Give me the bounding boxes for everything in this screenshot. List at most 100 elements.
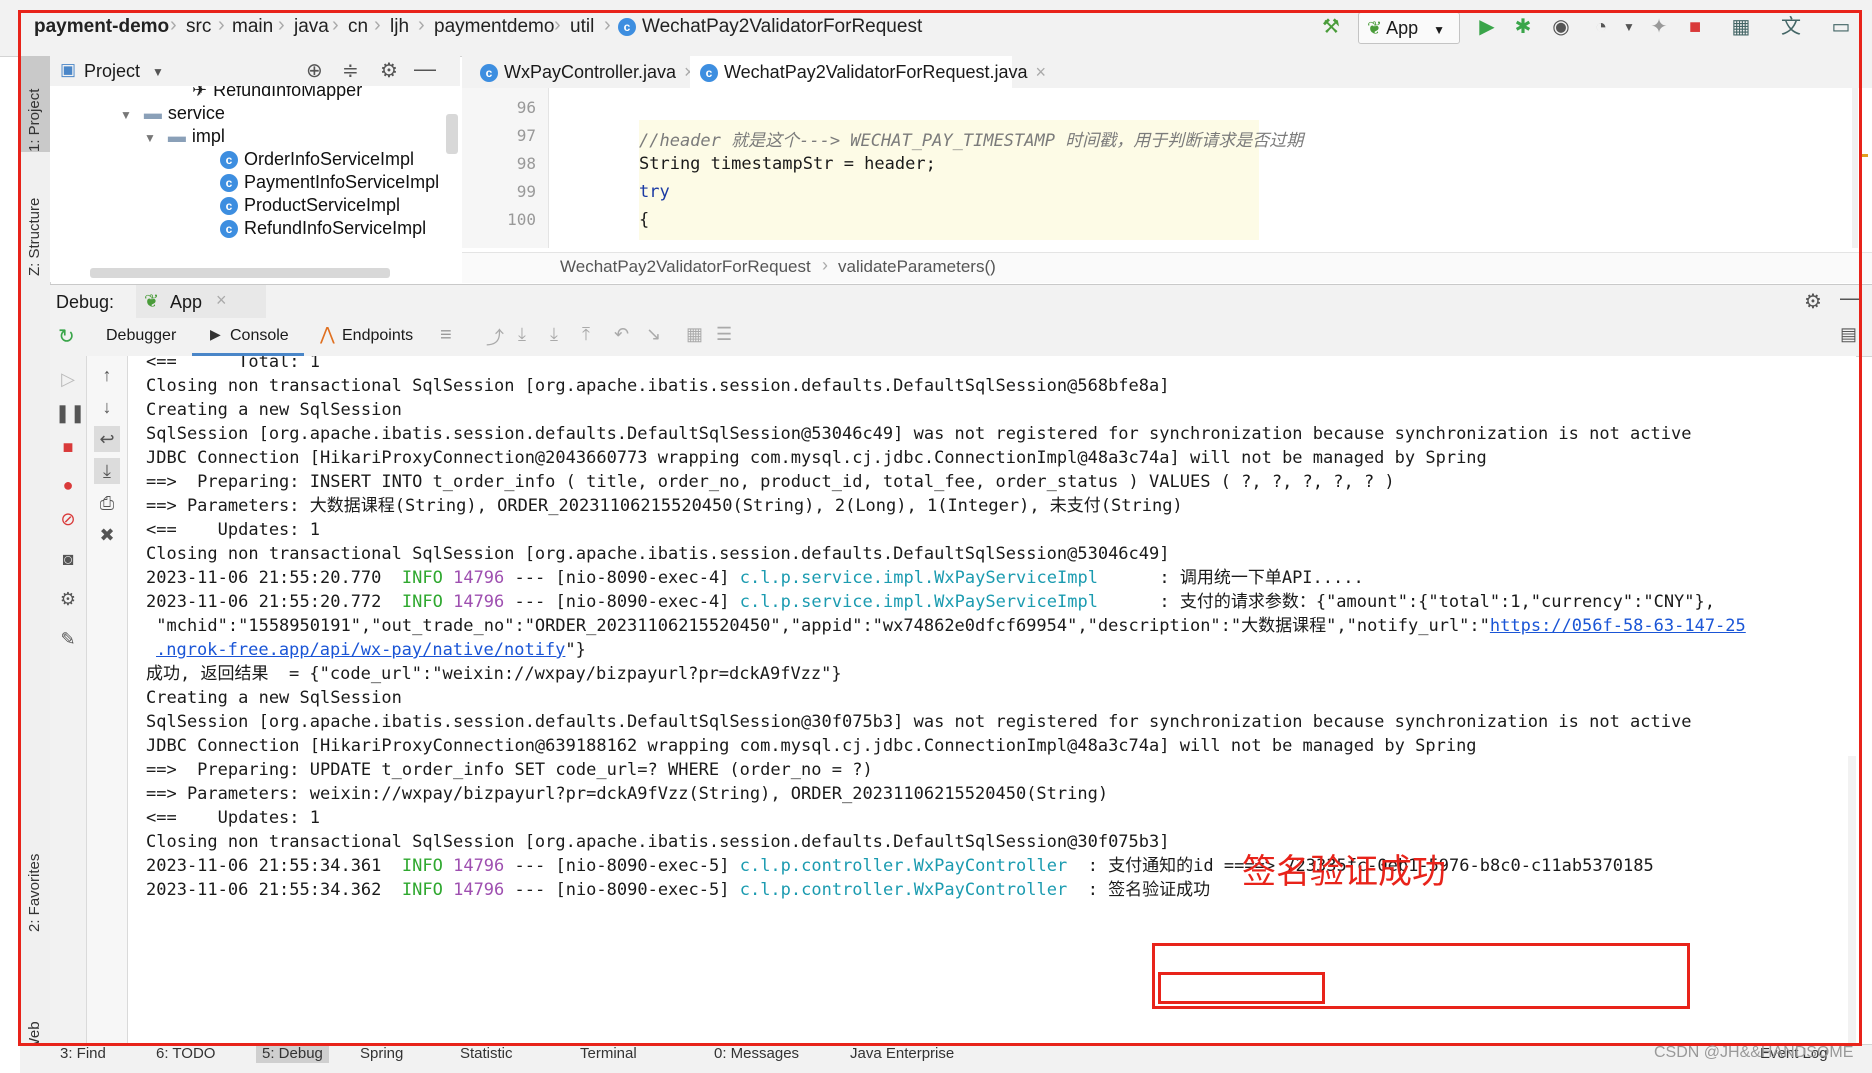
warning-stripe-marker[interactable] [1860, 154, 1868, 157]
down-arrow-icon[interactable]: ↓ [94, 394, 120, 420]
project-hscrollbar[interactable] [90, 268, 390, 278]
breadcrumb-paymentdemo[interactable]: paymentdemo [434, 16, 554, 38]
menu-icon[interactable]: ≡ [440, 324, 452, 347]
resume-icon[interactable]: ▷ [55, 366, 81, 392]
tool-spring[interactable]: Spring [360, 1045, 403, 1063]
debug-bug-icon[interactable]: ✱ [1508, 14, 1538, 40]
project-scrollbar[interactable] [446, 114, 458, 154]
coverage-icon[interactable]: ◉ [1546, 14, 1576, 40]
close-icon[interactable]: × [1036, 62, 1047, 82]
stop-icon[interactable]: ■ [55, 434, 81, 460]
tree-item-orderinfoserviceimpl[interactable]: c OrderInfoServiceImpl [220, 149, 414, 170]
structure-tool-button[interactable]: Z: Structure [26, 198, 43, 276]
tool-messages[interactable]: 0: Messages [714, 1045, 799, 1063]
hide-icon[interactable]: — [414, 56, 436, 82]
tree-item-refundinfoserviceimpl[interactable]: c RefundInfoServiceImpl [220, 218, 426, 239]
soft-wrap-icon[interactable]: ↩ [94, 426, 120, 452]
hide-icon[interactable]: — [1840, 285, 1862, 311]
tab-debugger[interactable]: Debugger [106, 327, 176, 345]
editor-breadcrumb-method[interactable]: validateParameters() [838, 257, 996, 277]
show-execution-point-icon[interactable]: ⤴ [486, 324, 504, 350]
breadcrumb-cn[interactable]: cn [348, 16, 368, 38]
run-icon[interactable]: ▶ [1472, 14, 1502, 40]
breadcrumb-src[interactable]: src [186, 16, 211, 38]
step-over-icon[interactable]: ⤓ [518, 324, 526, 345]
favorites-tool-button[interactable]: 2: Favorites [26, 854, 43, 932]
console-scrollbar[interactable] [1848, 756, 1856, 1044]
log-class[interactable]: c.l.p.controller.WxPayController [740, 880, 1068, 900]
gear-icon[interactable]: ⚙ [1804, 289, 1822, 314]
chevron-down-icon[interactable]: ▼ [152, 65, 164, 79]
step-out-icon[interactable]: ⤒ [582, 324, 590, 345]
stop-icon[interactable]: ■ [1680, 14, 1710, 40]
step-into-icon[interactable]: ⤓ [550, 324, 558, 345]
layout-icon[interactable]: ▭ [1826, 14, 1856, 40]
project-view-select[interactable]: Project [84, 61, 140, 82]
close-icon[interactable]: × [216, 290, 227, 311]
collapse-all-icon[interactable]: ≑ [342, 58, 359, 83]
tab-wechatpay2validator[interactable]: c WechatPay2ValidatorForRequest.java × [690, 56, 1046, 91]
rerun-icon[interactable]: ↻ [58, 324, 75, 349]
attach-icon[interactable]: ✦ [1644, 14, 1674, 40]
tree-item-impl[interactable]: ▼ ▬ impl [144, 126, 225, 147]
tab-console[interactable]: ▶ Console [192, 318, 304, 356]
tree-item-paymentinfoserviceimpl[interactable]: c PaymentInfoServiceImpl [220, 172, 439, 193]
profiler-dropdown-icon[interactable]: ▼ [1614, 14, 1644, 40]
notify-url-link[interactable]: https://056f-58-63-147-25 [1490, 616, 1746, 636]
evaluate-icon[interactable]: ▦ [686, 324, 703, 345]
tool-todo[interactable]: 6: TODO [156, 1045, 215, 1063]
log-class[interactable]: c.l.p.service.impl.WxPayServiceImpl [740, 592, 1098, 612]
tool-statistic[interactable]: Statistic [460, 1045, 513, 1063]
tool-java-enterprise[interactable]: Java Enterprise [850, 1045, 954, 1063]
trash-icon[interactable]: ✖ [94, 522, 120, 548]
run-to-cursor-icon[interactable]: ↘ [646, 324, 661, 345]
breadcrumb-class[interactable]: c WechatPay2ValidatorForRequest [618, 16, 922, 38]
up-arrow-icon[interactable]: ↑ [94, 362, 120, 388]
tool-find[interactable]: 3: Find [60, 1045, 106, 1063]
scroll-to-end-icon[interactable]: ⤓ [94, 458, 120, 484]
tree-item-refundinfomapper[interactable]: ✈ RefundInfoMapper [192, 86, 362, 101]
build-hammer-icon[interactable]: ⚒ [1316, 14, 1346, 40]
pin-icon[interactable]: ✎ [55, 626, 81, 652]
editor-gutter: 96 97 98 99 100 [462, 88, 549, 248]
gear-icon[interactable]: ⚙ [380, 58, 398, 83]
editor-breadcrumb-class[interactable]: WechatPay2ValidatorForRequest [560, 257, 811, 277]
project-view-icon: ▣ [60, 60, 77, 79]
console-line: .ngrok-free.app/api/wx-pay/native/notify… [146, 638, 586, 662]
breadcrumb-main[interactable]: main [232, 16, 273, 38]
debug-session-tab[interactable]: ❦ App × [136, 285, 266, 322]
drop-frame-icon[interactable]: ↶ [614, 324, 629, 345]
code-editor[interactable]: //header 就是这个---> WECHAT_PAY_TIMESTAMP 时… [549, 88, 1872, 248]
view-breakpoints-icon[interactable]: ● [55, 472, 81, 498]
log-line: 2023-11-06 21:55:20.770 INFO 14796 --- [… [146, 566, 1364, 590]
log-class[interactable]: c.l.p.controller.WxPayController [740, 856, 1068, 876]
project-tool-button[interactable]: 1: Project [26, 89, 43, 152]
tool-debug[interactable]: 5: Debug [256, 1045, 329, 1063]
profiler-icon[interactable]: ◔ [1586, 14, 1616, 40]
translate-icon[interactable]: 文 [1776, 14, 1806, 40]
trace-icon[interactable]: ☰ [716, 324, 732, 345]
pause-icon[interactable]: ❚❚ [55, 400, 85, 426]
tab-wxpaycontroller[interactable]: cWxPayController.java× [470, 56, 695, 88]
editor-scrollbar[interactable] [1852, 88, 1858, 248]
gear-icon[interactable]: ⚙ [55, 586, 81, 612]
annotation-box-inner [1158, 972, 1325, 1004]
layout-settings-icon[interactable]: ▤ [1840, 324, 1857, 345]
breadcrumb-project[interactable]: payment-demo [34, 16, 169, 38]
tab-endpoints[interactable]: Endpoints [342, 327, 413, 345]
locate-icon[interactable]: ⊕ [306, 58, 323, 83]
camera-icon[interactable]: ◙ [55, 546, 81, 572]
tool-terminal[interactable]: Terminal [580, 1045, 637, 1063]
breadcrumb-ljh[interactable]: ljh [390, 16, 409, 38]
log-class[interactable]: c.l.p.service.impl.WxPayServiceImpl [740, 568, 1098, 588]
mute-breakpoints-icon[interactable]: ⊘ [55, 506, 81, 532]
notify-url-link[interactable]: .ngrok-free.app/api/wx-pay/native/notify [156, 640, 565, 660]
breadcrumb-util[interactable]: util [570, 16, 594, 38]
tree-item-service[interactable]: ▼ ▬ service [120, 103, 225, 124]
project-structure-icon[interactable]: ▦ [1726, 14, 1756, 40]
tree-item-productserviceimpl[interactable]: c ProductServiceImpl [220, 195, 400, 216]
print-icon[interactable]: ⎙ [94, 490, 120, 516]
console-output[interactable]: <== Total: 1 Closing non transactional S… [128, 356, 1856, 1044]
breadcrumb-java[interactable]: java [294, 16, 329, 38]
run-config-select[interactable]: ❦ App ▼ [1358, 12, 1460, 44]
